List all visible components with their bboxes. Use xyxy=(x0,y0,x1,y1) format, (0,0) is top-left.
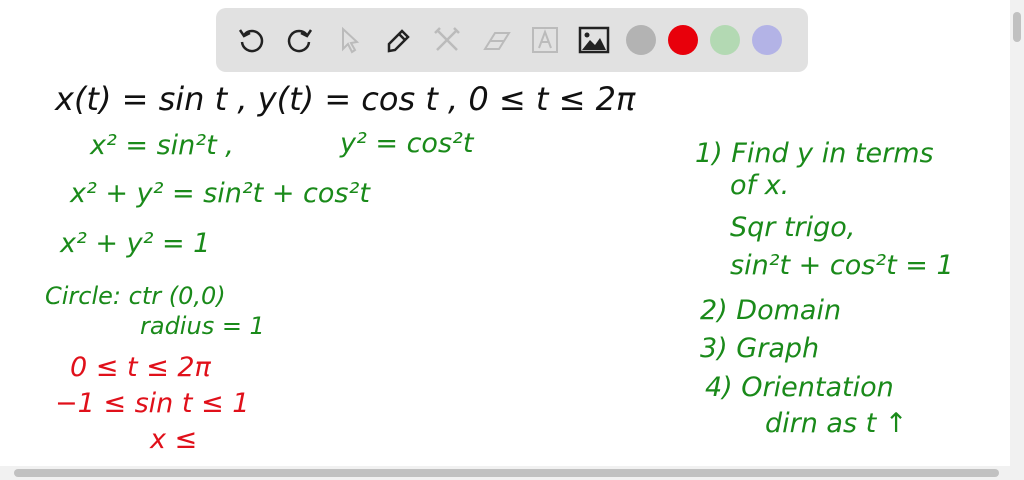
text-icon[interactable] xyxy=(524,19,566,61)
select-icon[interactable] xyxy=(328,19,370,61)
horizontal-scroll-thumb[interactable] xyxy=(14,469,999,477)
step-line: sin²t + cos²t = 1 xyxy=(730,250,954,281)
vertical-scrollbar[interactable] xyxy=(1010,0,1024,466)
work-line: y² = cos²t xyxy=(340,128,474,159)
color-gray[interactable] xyxy=(626,25,656,55)
color-red[interactable] xyxy=(668,25,698,55)
step-line: of x. xyxy=(730,170,790,201)
tools-icon[interactable] xyxy=(426,19,468,61)
vertical-scroll-thumb[interactable] xyxy=(1013,12,1021,42)
step-line: 3) Graph xyxy=(700,333,820,364)
pen-icon[interactable] xyxy=(377,19,419,61)
horizontal-scrollbar[interactable] xyxy=(0,466,1024,480)
work-line: x² + y² = 1 xyxy=(60,228,211,259)
color-purple[interactable] xyxy=(752,25,782,55)
toolbar xyxy=(216,8,808,72)
work-line: radius = 1 xyxy=(140,312,265,340)
eraser-icon[interactable] xyxy=(475,19,517,61)
problem-statement: x(t) = sin t , y(t) = cos t , 0 ≤ t ≤ 2π xyxy=(55,80,636,118)
work-line: x² = sin²t , xyxy=(90,130,234,161)
redo-icon[interactable] xyxy=(279,19,321,61)
work-line: Circle: ctr (0,0) xyxy=(45,282,226,310)
red-work-line: x ≤ xyxy=(150,424,198,455)
step-line: 1) Find y in terms xyxy=(695,138,934,169)
step-line: 4) Orientation xyxy=(705,372,894,403)
image-icon[interactable] xyxy=(573,19,615,61)
undo-icon[interactable] xyxy=(230,19,272,61)
red-work-line: 0 ≤ t ≤ 2π xyxy=(70,352,211,383)
step-line: Sqr trigo, xyxy=(730,212,856,243)
red-work-line: −1 ≤ sin t ≤ 1 xyxy=(55,388,250,419)
work-line: x² + y² = sin²t + cos²t xyxy=(70,178,370,209)
color-green[interactable] xyxy=(710,25,740,55)
step-line: 2) Domain xyxy=(700,295,842,326)
step-line: dirn as t ↑ xyxy=(765,408,908,439)
